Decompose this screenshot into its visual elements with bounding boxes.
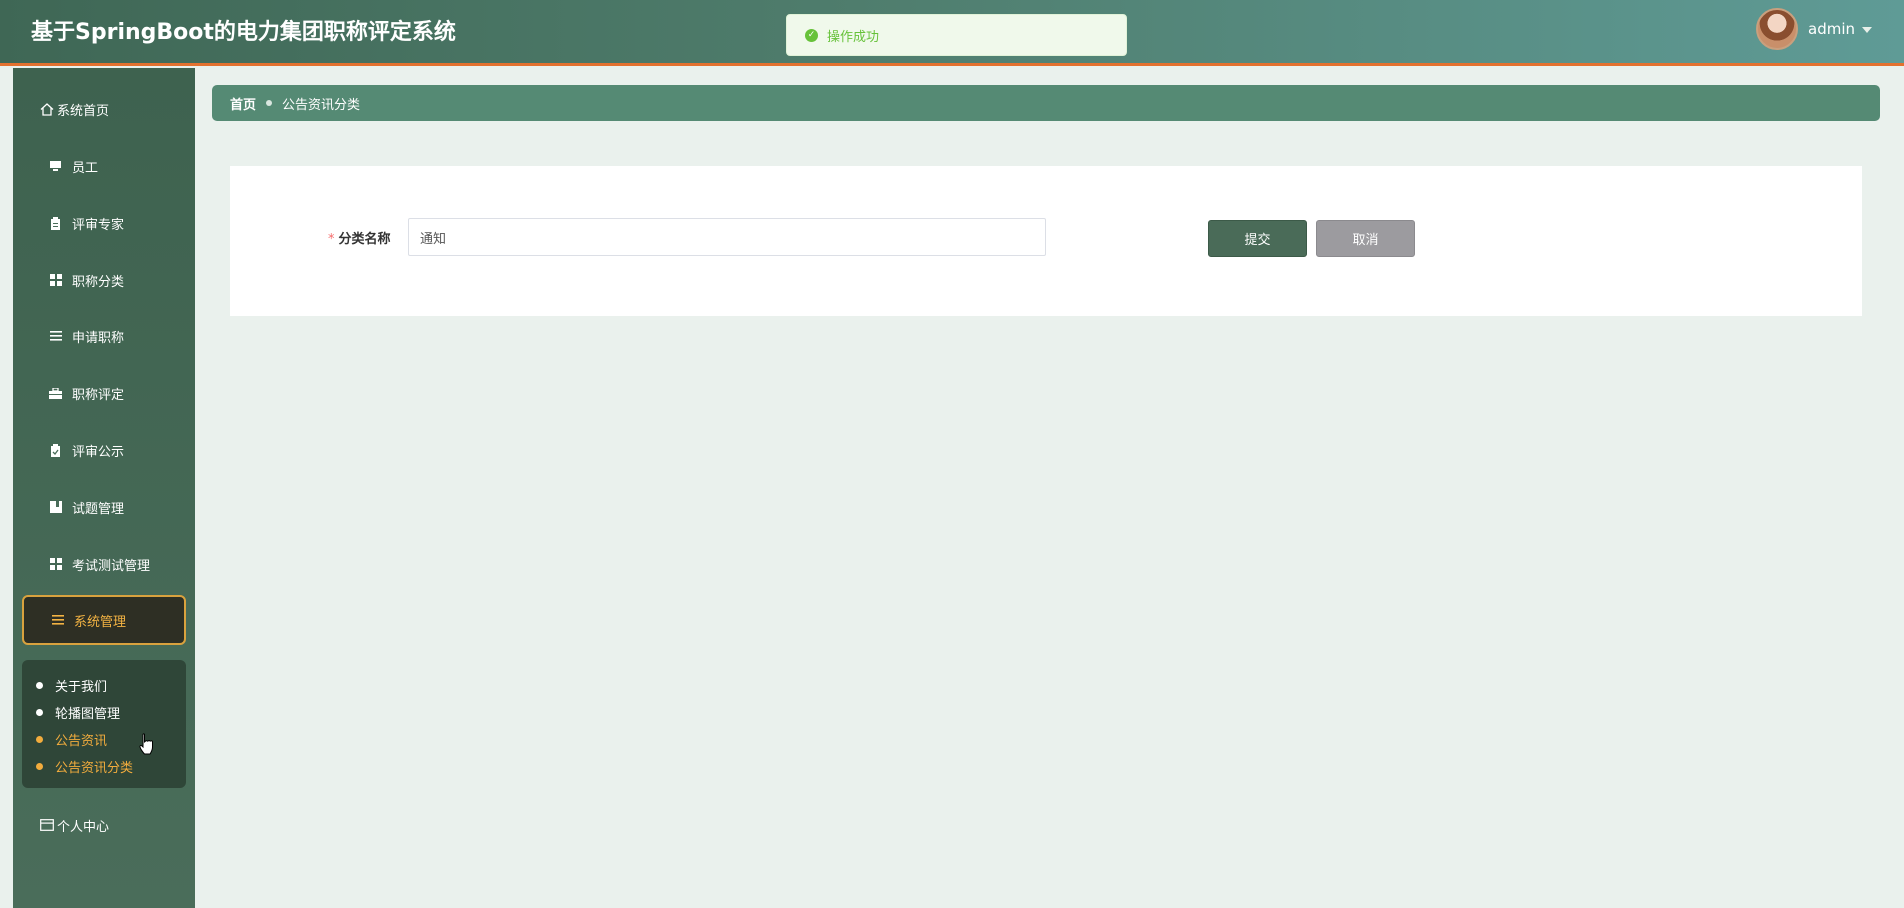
field-label-text: 分类名称	[338, 232, 391, 247]
id-card-icon	[40, 819, 54, 832]
list-icon	[51, 614, 64, 627]
clipboard-check-icon	[49, 443, 62, 457]
sidebar-item-label: 考试测试管理	[72, 558, 151, 574]
sidebar-item-experts[interactable]: 评审专家	[13, 199, 195, 247]
sidebar-item-label: 试题管理	[72, 501, 125, 517]
breadcrumb-home[interactable]: 首页	[230, 94, 256, 113]
submenu-item-label: 轮播图管理	[55, 707, 121, 722]
sidebar-item-review-notice[interactable]: 评审公示	[13, 426, 195, 474]
sidebar-item-label: 系统管理	[74, 614, 127, 630]
bullet-icon	[36, 763, 43, 770]
category-name-label: * 分类名称	[328, 228, 391, 247]
bullet-icon	[36, 709, 43, 716]
breadcrumb-separator-icon	[266, 100, 273, 106]
sidebar-item-title-evaluation[interactable]: 职称评定	[13, 369, 195, 417]
bullet-icon	[36, 682, 43, 689]
home-icon	[40, 102, 54, 116]
caret-down-icon[interactable]	[1862, 27, 1872, 33]
required-mark: *	[328, 232, 335, 247]
user-menu[interactable]: admin	[1744, 0, 1904, 58]
hand-cursor-icon	[139, 733, 153, 755]
toast-message: 操作成功	[827, 29, 880, 45]
breadcrumb: 首页 公告资讯分类	[212, 85, 1880, 121]
sidebar-item-label: 员工	[72, 160, 99, 176]
user-name[interactable]: admin	[1808, 20, 1855, 38]
sidebar-item-system-management[interactable]: 系统管理	[22, 595, 186, 645]
sidebar-item-label: 评审公示	[72, 444, 125, 460]
list-icon	[49, 330, 62, 343]
sidebar-item-label: 评审专家	[72, 217, 125, 233]
grid-icon	[49, 558, 62, 571]
success-toast: ✓ 操作成功	[786, 14, 1127, 56]
system-management-submenu: 关于我们 轮播图管理 公告资讯 公告资讯分类	[22, 660, 186, 788]
category-name-input[interactable]	[408, 218, 1046, 256]
grid-icon	[49, 274, 62, 287]
avatar[interactable]	[1756, 8, 1798, 50]
submenu-item-announcement-category[interactable]: 公告资讯分类	[22, 753, 186, 780]
cancel-button[interactable]: 取消	[1316, 220, 1415, 257]
briefcase-icon	[49, 387, 62, 400]
sidebar-item-label: 职称评定	[72, 387, 125, 403]
sidebar-item-apply-title[interactable]: 申请职称	[13, 312, 195, 360]
submenu-item-about-us[interactable]: 关于我们	[22, 672, 186, 699]
sidebar-item-title-category[interactable]: 职称分类	[13, 256, 195, 304]
sidebar-item-home[interactable]: 系统首页	[13, 85, 195, 133]
clipboard-icon	[49, 216, 62, 230]
sidebar-item-label: 申请职称	[72, 330, 125, 346]
book-icon	[49, 501, 62, 514]
sidebar-item-profile[interactable]: 个人中心	[13, 801, 195, 849]
check-circle-icon: ✓	[805, 28, 818, 42]
sidebar-item-label: 系统首页	[57, 103, 110, 119]
app-title: 基于SpringBoot的电力集团职称评定系统	[31, 20, 456, 45]
submenu-item-label: 公告资讯分类	[55, 761, 134, 776]
monitor-icon	[49, 160, 62, 173]
submenu-item-announcements[interactable]: 公告资讯	[22, 726, 186, 753]
submenu-item-carousel[interactable]: 轮播图管理	[22, 699, 186, 726]
sidebar-item-label: 职称分类	[72, 274, 125, 290]
sidebar-item-employee[interactable]: 员工	[13, 142, 195, 190]
submit-button[interactable]: 提交	[1208, 220, 1307, 257]
sidebar-item-label: 个人中心	[57, 819, 110, 835]
submenu-item-label: 关于我们	[55, 680, 108, 695]
breadcrumb-current: 公告资讯分类	[282, 97, 361, 113]
sidebar-item-question-management[interactable]: 试题管理	[13, 483, 195, 531]
category-form: *分类名称 提交 取消	[230, 166, 1862, 316]
sidebar: 系统首页 员工 评审专家 职称分类 申请职称 职称评定 评审公示 试题管理 考试…	[13, 68, 195, 908]
bullet-icon	[36, 736, 43, 743]
submenu-item-label: 公告资讯	[55, 734, 108, 749]
sidebar-item-exam-management[interactable]: 考试测试管理	[13, 540, 195, 588]
